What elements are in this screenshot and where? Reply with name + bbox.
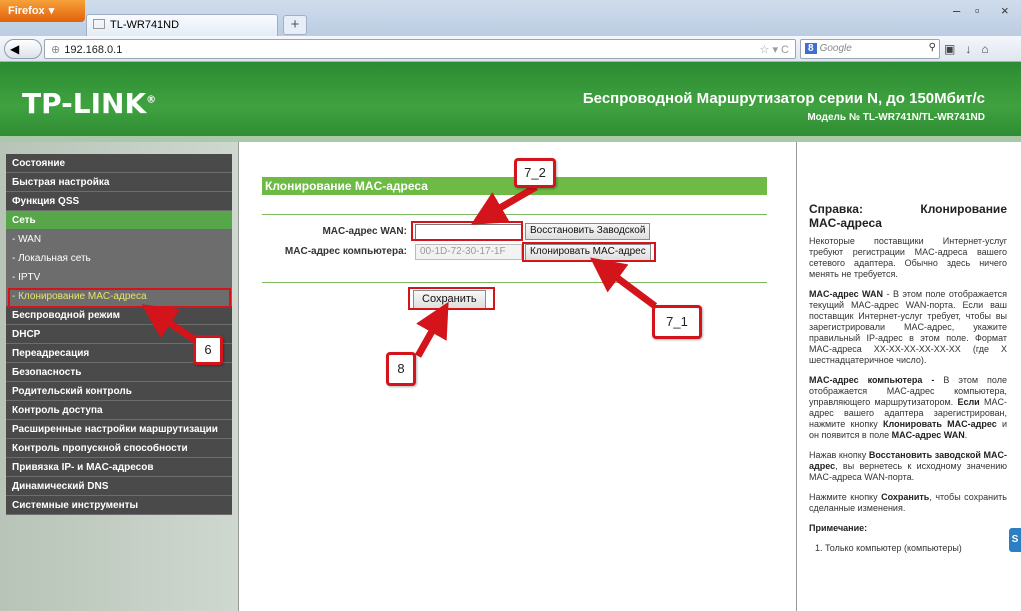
wan-mac-label: MAC-адрес WAN: bbox=[322, 226, 407, 237]
callout-7-2: 7_2 bbox=[514, 158, 556, 188]
help-paragraph: Нажав кнопку Восстановить заводской MAC-… bbox=[809, 450, 1008, 482]
help-title-right: Клонирование bbox=[920, 202, 1007, 216]
sidebar-item[interactable]: Расширенные настройки маршрутизации bbox=[6, 420, 232, 439]
help-panel: Справка: Клонирование MAC-адреса Некотор… bbox=[796, 142, 1021, 611]
sidebar-item[interactable]: Сеть bbox=[6, 211, 232, 230]
sidebar-item[interactable]: Привязка IP- и MAC-адресов bbox=[6, 458, 232, 477]
address-bar[interactable]: ⊕ 192.168.0.1 ☆ ▾ C bbox=[44, 39, 796, 59]
sidebar: Состояние Быстрая настройка Функция QSS Сет… bbox=[0, 142, 238, 611]
highlight-save-button bbox=[408, 287, 495, 310]
highlight-clone-button bbox=[522, 242, 656, 262]
highlight-clone-menu bbox=[8, 288, 231, 308]
help-note-item: Только компьютер (компьютеры) bbox=[825, 543, 1007, 554]
help-paragraph: Нажмите кнопку Сохранить, чтобы сохранит… bbox=[809, 492, 1007, 513]
sidebar-item[interactable]: - WAN bbox=[6, 230, 232, 249]
help-note-title: Примечание: bbox=[809, 523, 868, 533]
divider bbox=[262, 214, 767, 215]
help-title-left: Справка: bbox=[809, 202, 863, 216]
tab-title: TL-WR741ND bbox=[110, 19, 180, 31]
sidebar-item[interactable]: Контроль доступа bbox=[6, 401, 232, 420]
firefox-menu-button[interactable]: Firefox ▾ bbox=[0, 0, 85, 22]
browser-tab-bar: Firefox ▾ TL-WR741ND + – ▫ × bbox=[0, 0, 1021, 36]
browser-nav-bar: ◀ ⊕ 192.168.0.1 ☆ ▾ C 8 Google ⚲ ▣↓⌂ bbox=[0, 36, 1021, 62]
back-button[interactable]: ◀ bbox=[4, 39, 42, 59]
search-icon[interactable]: ⚲ bbox=[929, 42, 936, 53]
pc-mac-field: 00-1D-72-30-17-1F bbox=[415, 244, 522, 260]
chevron-down-icon: ▾ bbox=[48, 5, 55, 17]
router-header: TP-LINK® Беспроводной Маршрутизатор сери… bbox=[0, 62, 1021, 136]
tp-link-logo: TP-LINK® bbox=[22, 87, 157, 120]
sidebar-item[interactable]: Контроль пропускной способности bbox=[6, 439, 232, 458]
main-content: Клонирование MAC-адреса MAC-адрес WAN: В… bbox=[238, 142, 796, 611]
sidebar-item[interactable]: Системные инструменты bbox=[6, 496, 232, 515]
sidebar-item[interactable]: Динамический DNS bbox=[6, 477, 232, 496]
browser-tab[interactable]: TL-WR741ND bbox=[86, 14, 278, 36]
new-tab-button[interactable]: + bbox=[283, 15, 307, 35]
sidebar-item[interactable]: Родительский контроль bbox=[6, 382, 232, 401]
restore-icon[interactable]: ▫ bbox=[975, 3, 980, 18]
search-placeholder: Google bbox=[819, 43, 852, 54]
help-note-list: Только компьютер (компьютеры) bbox=[809, 543, 1007, 554]
side-widget-tab[interactable]: S bbox=[1009, 528, 1021, 552]
globe-icon: ⊕ bbox=[51, 44, 61, 56]
help-paragraph: MAC-адрес компьютера - В этом поле отобр… bbox=[809, 375, 1008, 440]
help-title-line2: MAC-адреса bbox=[809, 216, 882, 230]
sidebar-item[interactable]: Быстрая настройка bbox=[6, 173, 232, 192]
sidebar-item[interactable]: - Локальная сеть bbox=[6, 249, 232, 268]
search-box[interactable]: 8 Google ⚲ bbox=[800, 39, 940, 59]
pc-mac-label: MAC-адрес компьютера: bbox=[284, 246, 407, 257]
help-paragraph: MAC-адрес WAN - В этом поле отображается… bbox=[809, 289, 1007, 365]
help-title: Справка: Клонирование MAC-адреса bbox=[809, 202, 1007, 230]
sidebar-item[interactable]: Беспроводной режим bbox=[6, 306, 232, 325]
sidebar-item[interactable]: Функция QSS bbox=[6, 192, 232, 211]
close-icon[interactable]: × bbox=[1001, 3, 1009, 18]
bookmark-star-icon[interactable]: ☆ ▾ C bbox=[760, 43, 789, 56]
minimize-icon[interactable]: – bbox=[953, 3, 960, 18]
router-title: Беспроводной Маршрутизатор серии N, до 1… bbox=[582, 90, 985, 107]
firefox-menu-label: Firefox bbox=[8, 5, 45, 17]
sidebar-item[interactable]: Безопасность bbox=[6, 363, 232, 382]
page-icon bbox=[93, 19, 105, 29]
highlight-wan-input bbox=[411, 221, 523, 241]
search-engine-icon[interactable]: 8 bbox=[805, 43, 817, 54]
back-arrow-icon: ◀ bbox=[10, 42, 20, 56]
sidebar-item[interactable]: - IPTV bbox=[6, 268, 232, 287]
url-text: 192.168.0.1 bbox=[64, 44, 123, 56]
sidebar-item[interactable]: Состояние bbox=[6, 154, 232, 173]
router-model: Модель № TL-WR741N/TL-WR741ND bbox=[807, 112, 985, 123]
callout-8: 8 bbox=[386, 352, 416, 386]
restore-default-mac-button[interactable]: Восстановить Заводской bbox=[525, 223, 651, 240]
divider bbox=[262, 282, 767, 283]
help-paragraph: Некоторые поставщики Интернет-услуг треб… bbox=[809, 236, 1007, 279]
callout-6: 6 bbox=[193, 335, 223, 365]
callout-7-1: 7_1 bbox=[652, 305, 702, 339]
toolbar-icons[interactable]: ▣↓⌂ bbox=[944, 42, 999, 56]
